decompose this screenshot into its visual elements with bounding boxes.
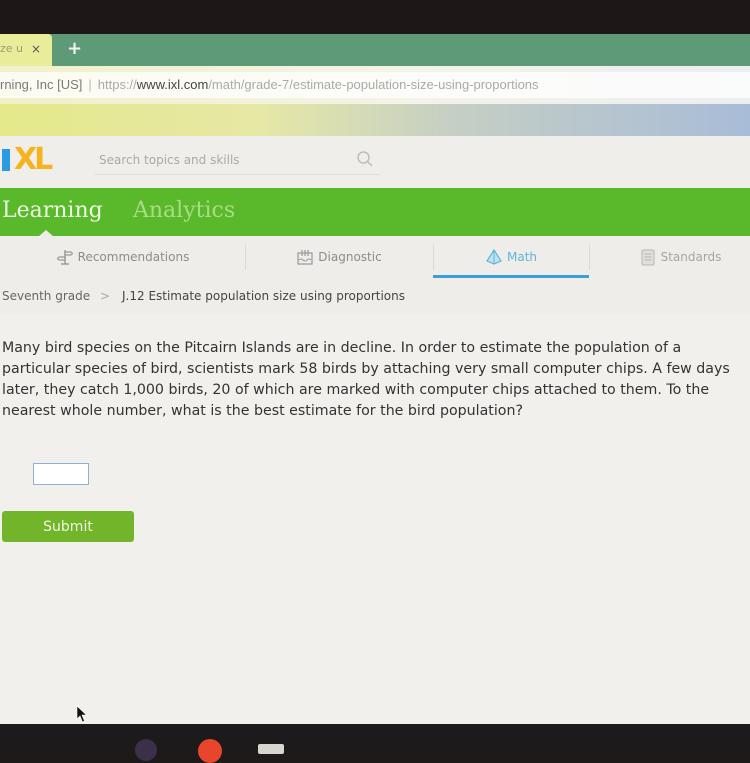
url-path: /math/grade-7/estimate-population-size-u…	[208, 77, 539, 92]
site-header: XL	[0, 136, 750, 188]
taskbar	[0, 724, 750, 763]
dock-app-icon[interactable]	[135, 739, 157, 761]
site-identity[interactable]: rning, Inc [US]	[0, 77, 82, 92]
nav-analytics[interactable]: Analytics	[133, 196, 235, 226]
tab-diagnostic[interactable]: Diagnostic	[245, 236, 433, 278]
address-separator: |	[88, 77, 92, 92]
search-icon[interactable]	[356, 150, 374, 168]
main-nav: Learning Analytics	[0, 188, 750, 236]
question-text: Many bird species on the Pitcairn Island…	[2, 340, 730, 419]
url-scheme: https://	[97, 77, 137, 92]
diagnostic-icon	[297, 250, 313, 265]
tab-standards-label: Standards	[660, 250, 722, 264]
tab-math-label: Math	[506, 250, 538, 264]
url-host: www.ixl.com	[136, 77, 209, 92]
tab-standards[interactable]: Standards	[600, 236, 750, 278]
browser-tabstrip: ze u × +	[0, 34, 750, 66]
dock-app-icon[interactable]	[198, 739, 222, 763]
pyramid-icon	[486, 248, 502, 265]
tab-math[interactable]: Math	[433, 236, 589, 278]
address-bar-area: rning, Inc [US] | https://www.ixl.com/math…	[0, 66, 750, 104]
monitor-bezel-top	[0, 0, 750, 36]
browser-tab-title: ze u	[0, 42, 24, 55]
chevron-right-icon: >	[100, 289, 111, 303]
logo-xl-text: XL	[14, 142, 53, 177]
tab-divider	[589, 244, 590, 270]
nav-learning[interactable]: Learning	[2, 196, 103, 226]
tab-recommendations[interactable]: Recommendations	[0, 236, 245, 278]
tab-diagnostic-label: Diagnostic	[318, 250, 382, 264]
close-icon[interactable]: ×	[31, 34, 41, 64]
address-bar[interactable]: rning, Inc [US] | https://www.ixl.com/math…	[0, 72, 750, 98]
new-tab-button[interactable]: +	[67, 37, 82, 61]
breadcrumb-grade[interactable]: Seventh grade	[2, 278, 90, 314]
ixl-logo[interactable]: XL	[2, 144, 82, 176]
search-box	[95, 148, 380, 175]
tab-recommendations-label: Recommendations	[77, 250, 190, 264]
practice-area: Many bird species on the Pitcairn Island…	[0, 314, 750, 724]
breadcrumb: Seventh grade > J.12 Estimate population…	[0, 278, 750, 314]
search-input[interactable]	[95, 148, 353, 172]
breadcrumb-skill: J.12 Estimate population size using prop…	[122, 289, 405, 303]
browser-tab[interactable]: ze u ×	[0, 34, 52, 66]
clipboard-icon	[641, 249, 655, 266]
logo-i-mark	[2, 149, 10, 171]
submit-button[interactable]: Submit	[2, 511, 134, 542]
signpost-icon	[56, 250, 73, 265]
dock-app-icon[interactable]	[258, 744, 284, 754]
browser-toolbar-backdrop	[0, 104, 750, 136]
mouse-cursor-icon	[76, 705, 88, 723]
sub-nav: Recommendations Diagnostic Math Standard…	[0, 236, 750, 279]
answer-input[interactable]	[33, 463, 89, 485]
